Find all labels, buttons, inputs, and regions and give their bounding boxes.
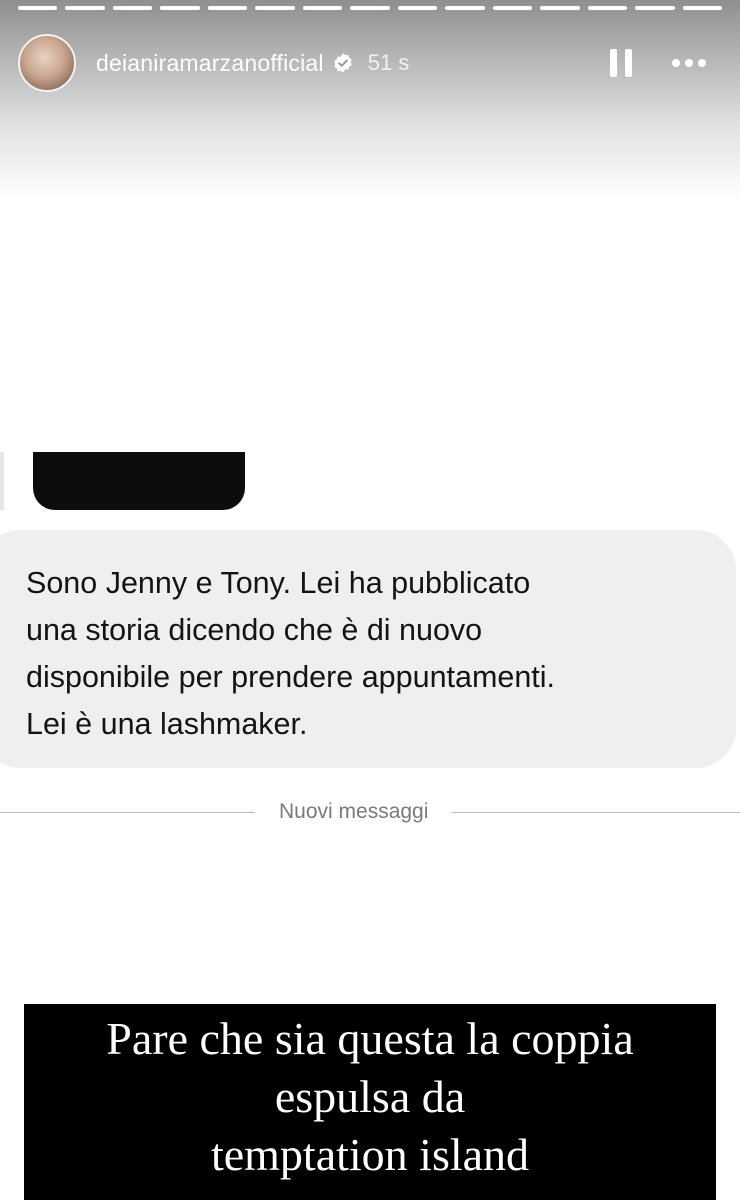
username[interactable]: deianiramarzanofficial [96, 50, 324, 77]
progress-segment [65, 6, 105, 10]
message-text: Sono Jenny e Tony. Lei ha pubblicato una… [26, 566, 556, 741]
progress-segment [445, 6, 485, 10]
progress-segment [18, 6, 58, 10]
verified-badge-icon [332, 52, 354, 74]
progress-segment [255, 6, 295, 10]
progress-segment [302, 6, 343, 10]
story-progress-bar [18, 6, 723, 10]
divider-label: Nuovi messaggi [279, 800, 429, 823]
instagram-story: deianiramarzanofficial 51 s Sono Jenny e… [0, 0, 740, 1200]
progress-segment [682, 6, 723, 10]
message-bubble: Sono Jenny e Tony. Lei ha pubblicato una… [0, 530, 736, 768]
progress-segment [635, 6, 675, 10]
caption-line: temptation island [210, 1129, 530, 1180]
caption-line: Pare che sia questa la coppia [106, 1013, 634, 1064]
progress-segment [540, 6, 580, 10]
progress-segment [112, 6, 153, 10]
divider-line-left [0, 811, 255, 813]
caption-line: espulsa da [274, 1071, 466, 1122]
progress-segment [587, 6, 628, 10]
story-caption: Pare che sia questa la coppia espulsa da… [24, 1004, 716, 1200]
story-header: deianiramarzanofficial 51 s [18, 28, 722, 98]
chat-screenshot: Sono Jenny e Tony. Lei ha pubblicato una… [0, 452, 740, 1012]
progress-segment [397, 6, 438, 10]
redacted-message-block [33, 452, 245, 510]
progress-segment [160, 6, 200, 10]
divider-line-right [452, 811, 740, 813]
pause-icon[interactable] [610, 48, 632, 78]
progress-segment [207, 6, 248, 10]
progress-segment [492, 6, 533, 10]
chat-edge [0, 452, 4, 510]
avatar[interactable] [18, 34, 76, 92]
progress-segment [350, 6, 390, 10]
story-time: 51 s [367, 50, 410, 75]
more-options-icon[interactable] [672, 59, 706, 67]
new-messages-divider: Nuovi messaggi [0, 792, 740, 832]
